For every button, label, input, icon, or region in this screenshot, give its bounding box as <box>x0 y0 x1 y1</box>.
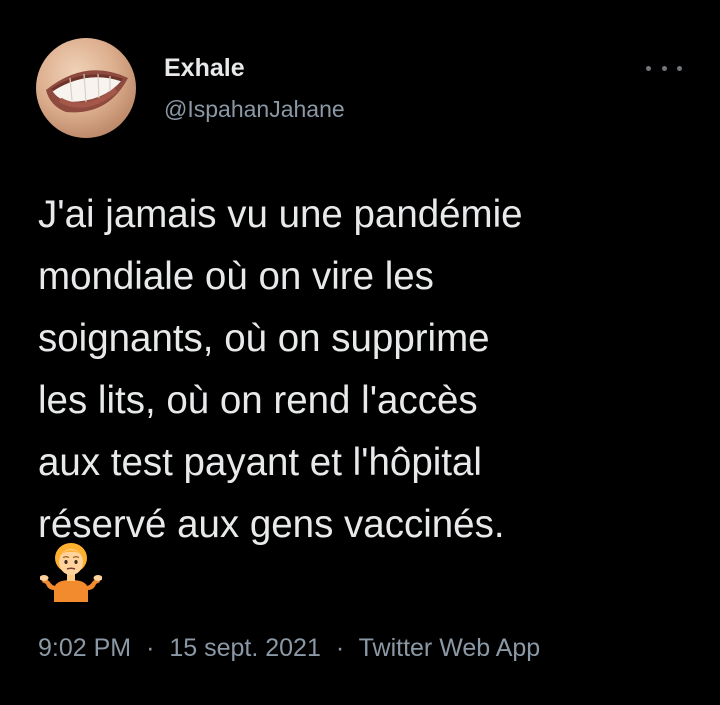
more-dot <box>646 65 651 71</box>
tweet-text-line: J'ai jamais vu une pandémie <box>38 193 523 236</box>
more-dots-icon[interactable] <box>646 60 682 76</box>
tweet-meta: 9:02 PM · 15 sept. 2021 · Twitter Web Ap… <box>38 634 540 663</box>
tweet-text: J'ai jamais vu une pandémie mondiale où … <box>38 184 698 556</box>
person-shrugging-emoji <box>39 540 103 602</box>
avatar[interactable] <box>36 38 136 138</box>
more-dot <box>661 65 667 71</box>
more-dot <box>677 65 682 71</box>
author-handle[interactable]: @IspahanJahane <box>164 96 345 123</box>
meta-separator: · <box>146 634 155 662</box>
tweet-time[interactable]: 9:02 PM <box>38 634 131 662</box>
avatar-image <box>46 70 128 113</box>
author-display-name[interactable]: Exhale <box>164 54 245 83</box>
tweet-text-line: réservé aux gens vaccinés. <box>38 503 505 546</box>
tweet-text-line: aux test payant et l'hôpital <box>38 441 482 484</box>
tweet-text-line: soignants, où on supprime <box>38 317 490 360</box>
tweet-text-line: mondiale où on vire les <box>38 255 434 298</box>
tweet-date[interactable]: 15 sept. 2021 <box>169 634 321 662</box>
tweet-source[interactable]: Twitter Web App <box>359 634 541 662</box>
tweet-text-line: les lits, où on rend l'accès <box>38 379 478 422</box>
meta-separator: · <box>335 634 345 662</box>
